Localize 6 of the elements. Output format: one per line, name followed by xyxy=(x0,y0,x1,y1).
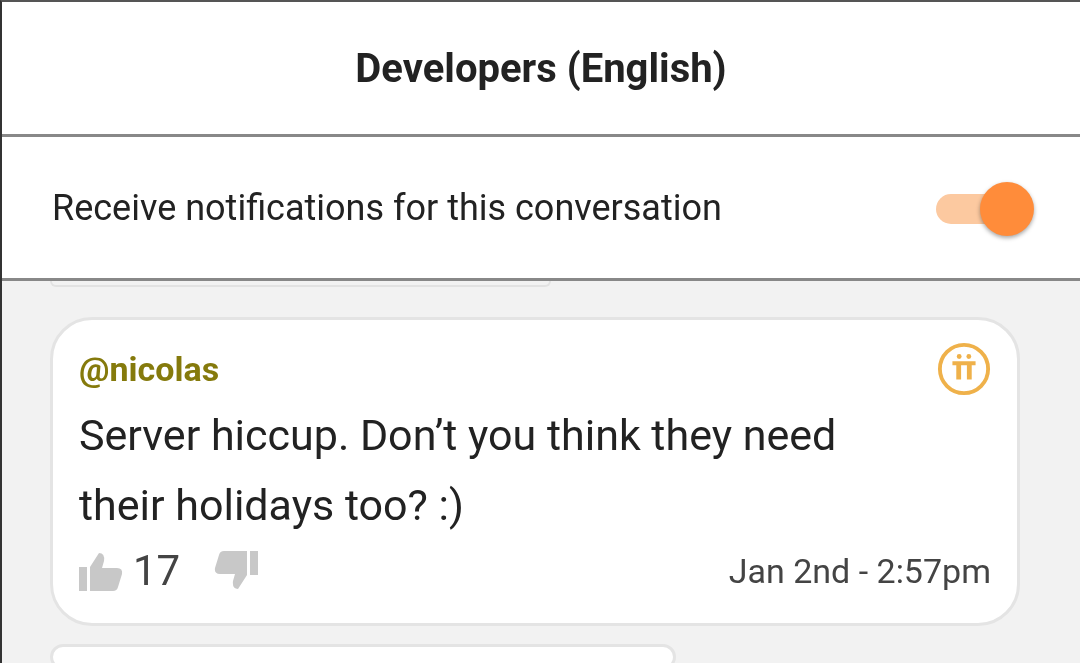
like-count: 17 xyxy=(133,546,181,595)
author-name[interactable]: @nicolas xyxy=(79,349,220,389)
notification-label: Receive notifications for this conversation xyxy=(52,186,723,229)
conversation-title: Developers (English) xyxy=(355,44,727,92)
message-timestamp: Jan 2nd - 2:57pm xyxy=(728,550,991,591)
message-text: Server hiccup. Don’t you think they need their holidays too? :) xyxy=(79,409,838,532)
